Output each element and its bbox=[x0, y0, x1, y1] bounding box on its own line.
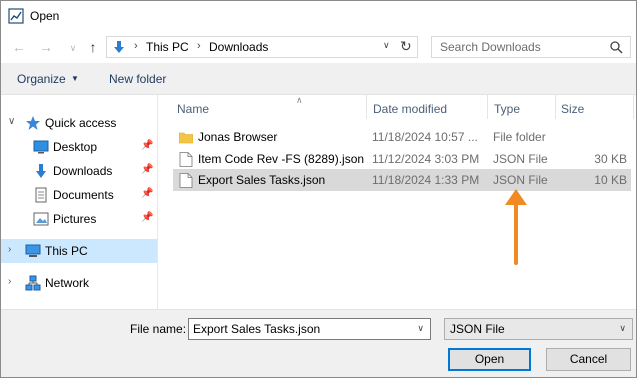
organize-button[interactable]: Organize bbox=[17, 72, 66, 86]
column-header-size[interactable]: Size bbox=[561, 102, 584, 116]
file-name-input[interactable]: Export Sales Tasks.json ∨ bbox=[188, 318, 431, 340]
column-divider[interactable] bbox=[633, 95, 634, 119]
computer-icon bbox=[25, 244, 41, 257]
file-type: File folder bbox=[493, 130, 546, 144]
sidebar-item-label: Desktop bbox=[53, 140, 98, 154]
file-type: JSON File bbox=[493, 152, 548, 166]
cancel-button[interactable]: Cancel bbox=[546, 348, 631, 371]
breadcrumb-chevron-icon[interactable]: › bbox=[134, 40, 138, 52]
sidebar-item-label: This PC bbox=[45, 244, 88, 258]
folder-icon bbox=[179, 132, 193, 144]
pin-icon[interactable]: 📌 bbox=[141, 164, 153, 175]
organize-caret-icon[interactable]: ▼ bbox=[71, 74, 79, 83]
file-row[interactable]: Jonas Browser 11/18/2024 10:57 ... File … bbox=[173, 126, 631, 148]
expand-chevron-icon[interactable]: › bbox=[8, 276, 11, 287]
file-type-select[interactable]: JSON File ∨ bbox=[444, 318, 633, 340]
new-folder-button[interactable]: New folder bbox=[109, 72, 166, 86]
title-bar: Open bbox=[1, 1, 636, 31]
file-name: Export Sales Tasks.json bbox=[198, 173, 326, 187]
file-type: JSON File bbox=[493, 173, 548, 187]
dialog-footer: File name: Export Sales Tasks.json ∨ JSO… bbox=[1, 309, 636, 377]
pin-icon[interactable]: 📌 bbox=[141, 212, 153, 223]
chevron-down-icon[interactable]: ∨ bbox=[417, 323, 424, 334]
sidebar-item-downloads[interactable]: Downloads 📌 bbox=[1, 159, 157, 183]
download-arrow-icon bbox=[36, 164, 46, 178]
refresh-icon[interactable]: ↻ bbox=[400, 38, 412, 55]
column-divider[interactable] bbox=[366, 95, 367, 119]
sidebar-item-label: Documents bbox=[53, 188, 114, 202]
search-icon bbox=[610, 41, 623, 54]
pin-icon[interactable]: 📌 bbox=[141, 188, 153, 199]
file-icon bbox=[179, 173, 193, 188]
window-title: Open bbox=[30, 9, 60, 23]
file-size: 10 KB bbox=[594, 173, 627, 187]
column-header-name[interactable]: Name bbox=[177, 102, 209, 116]
sort-ascending-icon: ∧ bbox=[296, 95, 303, 105]
file-size: 30 KB bbox=[594, 152, 627, 166]
file-name-label: File name: bbox=[130, 322, 187, 336]
up-arrow-icon[interactable]: ↑ bbox=[85, 39, 101, 55]
open-button[interactable]: Open bbox=[448, 348, 531, 371]
file-icon bbox=[179, 152, 193, 167]
sidebar-item-this-pc[interactable]: › This PC bbox=[1, 239, 157, 263]
address-bar[interactable]: › This PC › Downloads ∨ ↻ bbox=[106, 36, 418, 58]
documents-icon bbox=[35, 187, 47, 203]
file-date: 11/12/2024 3:03 PM bbox=[372, 152, 480, 166]
sidebar-item-label: Downloads bbox=[53, 164, 113, 178]
column-divider[interactable] bbox=[555, 95, 556, 119]
pin-icon[interactable]: 📌 bbox=[141, 140, 153, 151]
network-icon bbox=[25, 275, 41, 291]
file-date: 11/18/2024 10:57 ... bbox=[372, 130, 478, 144]
column-divider[interactable] bbox=[487, 95, 488, 119]
file-type-value: JSON File bbox=[450, 322, 505, 336]
back-arrow-icon[interactable]: ← bbox=[11, 39, 27, 55]
sidebar-item-pictures[interactable]: Pictures 📌 bbox=[1, 207, 157, 231]
breadcrumb-this-pc[interactable]: This PC bbox=[146, 40, 189, 54]
column-header-date[interactable]: Date modified bbox=[373, 102, 447, 116]
sidebar-item-quick-access[interactable]: ∨ Quick access bbox=[1, 111, 157, 135]
sidebar-item-documents[interactable]: Documents 📌 bbox=[1, 183, 157, 207]
search-placeholder: Search Downloads bbox=[440, 40, 541, 54]
sidebar-item-label: Pictures bbox=[53, 212, 97, 226]
open-dialog: Open ← → ∨ ↑ › This PC › Downloads ∨ ↻ S… bbox=[0, 0, 637, 378]
chevron-down-icon[interactable]: ∨ bbox=[619, 323, 626, 334]
file-list: ∧ Name Date modified Type Size Jonas Bro… bbox=[159, 95, 635, 309]
file-row-selected[interactable]: Export Sales Tasks.json 11/18/2024 1:33 … bbox=[173, 169, 631, 191]
column-header-type[interactable]: Type bbox=[494, 102, 520, 116]
address-dropdown-icon[interactable]: ∨ bbox=[383, 40, 390, 51]
file-name: Jonas Browser bbox=[198, 130, 278, 144]
sidebar-item-label: Quick access bbox=[45, 116, 117, 130]
app-chart-icon bbox=[8, 8, 24, 24]
desktop-icon bbox=[33, 140, 49, 154]
command-bar: Organize ▼ New folder bbox=[1, 63, 636, 95]
file-date: 11/18/2024 1:33 PM bbox=[372, 173, 480, 187]
search-input[interactable]: Search Downloads bbox=[431, 36, 631, 58]
expand-chevron-icon[interactable]: › bbox=[8, 244, 11, 255]
file-name-value: Export Sales Tasks.json bbox=[193, 322, 321, 336]
annotation-arrow-icon bbox=[505, 189, 527, 265]
recent-locations-chevron-icon[interactable]: ∨ bbox=[65, 40, 81, 56]
breadcrumb-downloads[interactable]: Downloads bbox=[209, 40, 268, 54]
sidebar-item-network[interactable]: › Network bbox=[1, 271, 157, 295]
sidebar-item-desktop[interactable]: Desktop 📌 bbox=[1, 135, 157, 159]
file-name: Item Code Rev -FS (8289).json bbox=[198, 152, 365, 166]
download-arrow-icon bbox=[114, 41, 124, 53]
address-row: ← → ∨ ↑ › This PC › Downloads ∨ ↻ Search… bbox=[1, 31, 636, 63]
pictures-icon bbox=[33, 212, 49, 226]
sidebar-item-label: Network bbox=[45, 276, 90, 290]
star-icon bbox=[26, 116, 40, 130]
forward-arrow-icon[interactable]: → bbox=[38, 39, 54, 55]
navigation-pane: ∨ Quick access Desktop 📌 Downloads 📌 Doc… bbox=[1, 95, 158, 309]
expand-chevron-icon[interactable]: ∨ bbox=[8, 116, 15, 127]
breadcrumb-chevron-icon[interactable]: › bbox=[197, 40, 201, 52]
file-row[interactable]: Item Code Rev -FS (8289).json 11/12/2024… bbox=[173, 148, 631, 170]
